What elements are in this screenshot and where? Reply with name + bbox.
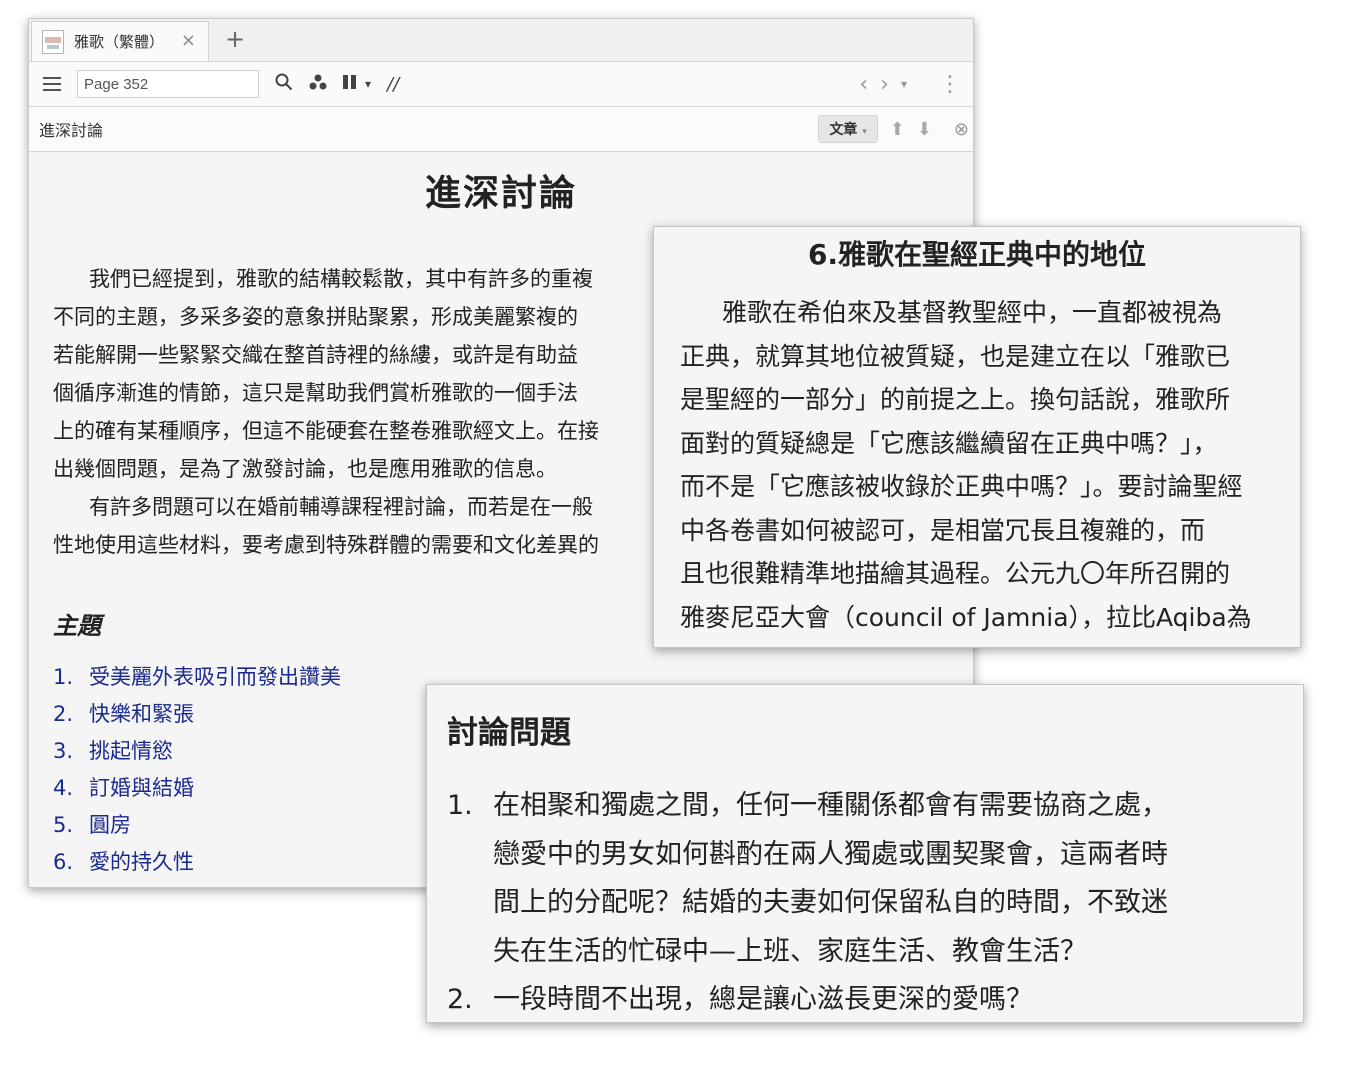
topic-label: 圓房 (89, 813, 131, 837)
question-item: 2. 一段時間不出現，總是讓心滋長更深的愛嗎？ (447, 976, 1303, 1022)
canon-line: 而不是「它應該被收錄於正典中嗎？」。要討論聖經 (680, 472, 1243, 501)
canon-line: 雅歌在希伯來及基督教聖經中，一直都被視為 (722, 298, 1223, 327)
chevron-down-icon: ▾ (862, 127, 867, 137)
back-icon[interactable]: ‹ (859, 72, 868, 97)
canon-heading: 6.雅歌在聖經正典中的地位 (807, 238, 1147, 271)
questions-heading: 討論問題 (447, 715, 571, 751)
question-line: 戀愛中的男女如何斟酌在兩人獨處或團契聚會，這兩者時 (493, 838, 1168, 870)
search-controls: 文章 ▾ ⬆ ⬇ ⊗ (818, 113, 969, 145)
topic-label: 愛的持久性 (89, 850, 194, 874)
page-title: 進深討論 (424, 173, 577, 214)
new-tab-icon[interactable]: + (225, 25, 245, 53)
down-arrow-icon[interactable]: ⬇ (917, 119, 932, 140)
question-line: 失在生活的忙碌中—上班、家庭生活、教會生活？ (493, 935, 1087, 967)
canon-text: 雅歌在希伯來及基督教聖經中，一直都被視為 正典，就算其地位被質疑，也是建立在以「… (654, 291, 1300, 639)
canon-line: 是聖經的一部分」的前提之上。換句話說，雅歌所 (680, 385, 1231, 414)
page-input[interactable]: Page 352 (77, 70, 259, 98)
topic-label: 受美麗外表吸引而發出讚美 (89, 665, 341, 689)
topic-number: 3. (53, 739, 74, 763)
search-mode-button[interactable]: 文章 ▾ (818, 115, 878, 143)
clear-search-icon[interactable]: ⊗ (954, 119, 969, 140)
topic-number: 4. (53, 776, 74, 800)
tab-bar: 雅歌（繁體） × + (29, 19, 973, 62)
question-line: 在相聚和獨處之間，任何一種關係都會有需要協商之處， (493, 790, 1168, 821)
more-icon[interactable]: ⋮ (939, 72, 961, 97)
question-line: 一段時間不出現，總是讓心滋長更深的愛嗎？ (493, 984, 1033, 1015)
chevron-down-icon[interactable]: ▾ (365, 77, 371, 91)
pause-icon[interactable] (343, 74, 357, 95)
topic-label: 訂婚與結婚 (89, 776, 194, 800)
question-line: 間上的分配呢？結婚的夫妻如何保留私自的時間，不致迷 (493, 887, 1168, 918)
toolbar: Page 352 ▾ // ‹ › ▾ ⋮ (29, 62, 973, 107)
topic-number: 2. (53, 702, 74, 726)
menu-icon[interactable] (43, 73, 61, 95)
search-icon[interactable] (275, 73, 293, 96)
search-mode-label: 文章 (829, 122, 858, 138)
topic-number: 6. (53, 850, 74, 874)
topic-number: 1. (53, 665, 74, 689)
canon-line: 面對的質疑總是「它應該繼續留在正典中嗎？」， (680, 428, 1218, 458)
topic-label: 挑起情慾 (89, 739, 173, 763)
book-cover-icon (42, 29, 64, 54)
tab-song-of-songs[interactable]: 雅歌（繁體） × (31, 21, 209, 61)
canon-excerpt-panel: 6.雅歌在聖經正典中的地位 雅歌在希伯來及基督教聖經中，一直都被視為 正典，就算… (653, 226, 1301, 648)
tab-title: 雅歌（繁體） (74, 33, 165, 51)
question-number: 2. (447, 984, 473, 1015)
share-icon[interactable] (309, 74, 327, 95)
canon-line: 中各卷書如何被認可，是相當冗長且複雜的，而 (680, 515, 1206, 545)
canon-line: 正典，就算其地位被質疑，也是建立在以「雅歌已 (680, 341, 1231, 371)
toolbar-right: ‹ › ▾ ⋮ (847, 62, 961, 106)
up-arrow-icon[interactable]: ⬆ (890, 119, 905, 140)
search-bar: 進深討論 文章 ▾ ⬆ ⬇ ⊗ (29, 107, 973, 152)
canon-line: 且也很難精準地描繪其過程。公元九〇年所召開的 (680, 559, 1231, 588)
question-item: 1. 在相聚和獨處之間，任何一種關係都會有需要協商之處， 戀愛中的男女如何斟酌在… (447, 782, 1303, 976)
close-tab-icon[interactable]: × (181, 30, 196, 51)
forward-icon[interactable]: › (880, 72, 889, 97)
parallel-icon[interactable]: // (387, 74, 399, 95)
questions-list: 1. 在相聚和獨處之間，任何一種關係都會有需要協商之處， 戀愛中的男女如何斟酌在… (447, 782, 1303, 1022)
question-number: 1. (447, 790, 473, 821)
history-dropdown-icon[interactable]: ▾ (901, 77, 907, 91)
topic-number: 5. (53, 813, 74, 837)
discussion-questions-panel: 討論問題 1. 在相聚和獨處之間，任何一種關係都會有需要協商之處， 戀愛中的男女… (426, 684, 1304, 1023)
search-query[interactable]: 進深討論 (39, 117, 103, 141)
topic-label: 快樂和緊張 (89, 702, 194, 726)
canon-line: 雅麥尼亞大會（council of Jamnia），拉比Aqiba為 (680, 602, 1252, 632)
